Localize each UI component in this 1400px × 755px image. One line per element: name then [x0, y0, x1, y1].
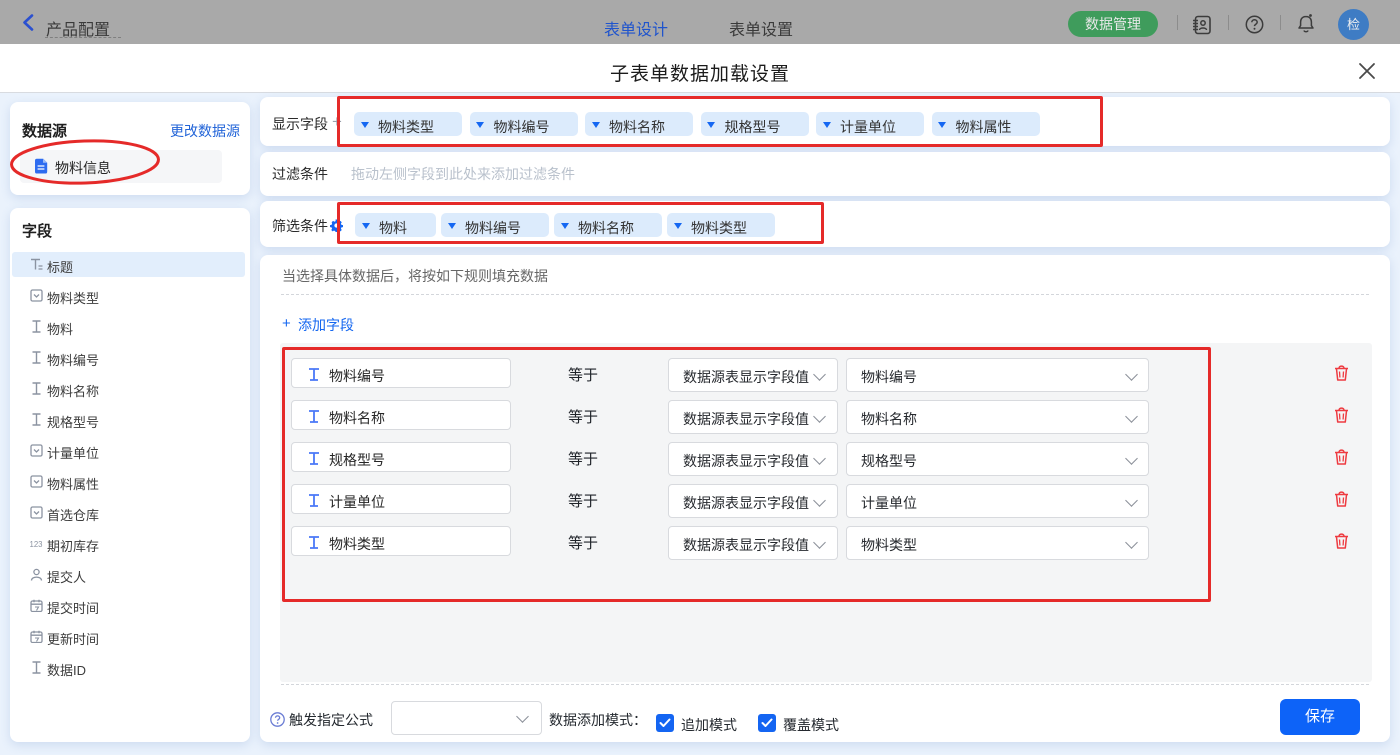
svg-text:123: 123: [30, 540, 43, 549]
